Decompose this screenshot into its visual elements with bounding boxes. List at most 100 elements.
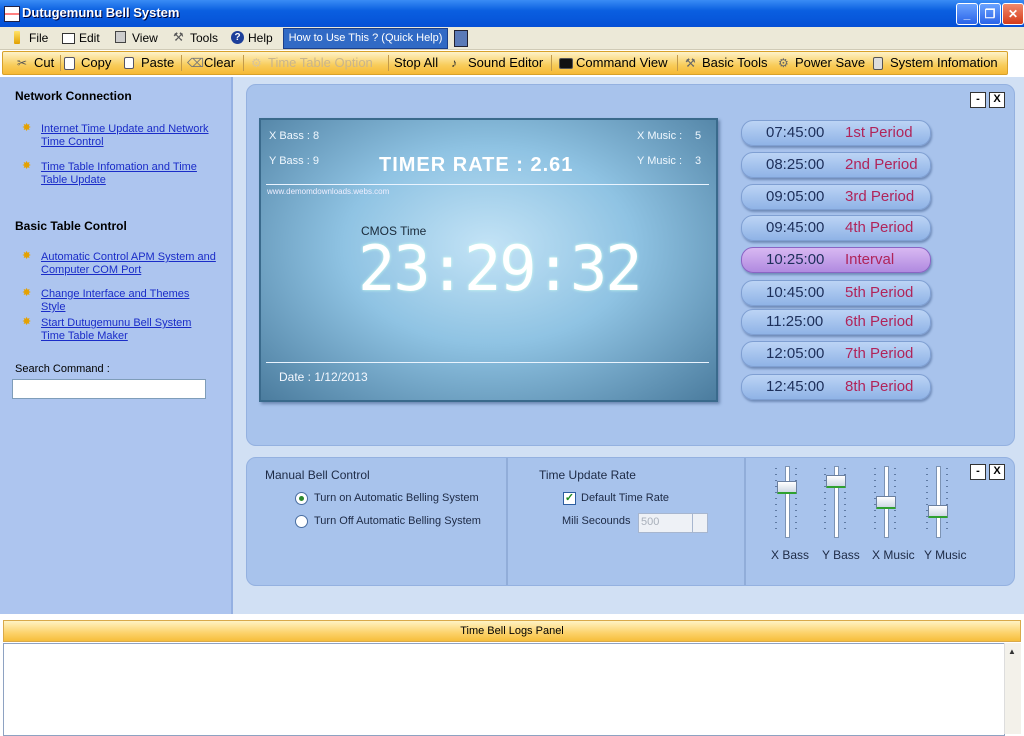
period-label: Interval <box>845 251 895 268</box>
mili-seconds-label: Mili Secounds <box>562 515 631 527</box>
sound-editor-label: Sound Editor <box>468 55 544 70</box>
stop-all-button[interactable]: Stop All <box>377 55 438 71</box>
time-update-title: Time Update Rate <box>539 468 636 482</box>
link-internet-time[interactable]: Internet Time Update and Network Time Co… <box>41 123 216 149</box>
period-label: 4th Period <box>845 219 914 236</box>
link-timetable-info[interactable]: Time Table Infomation and Time Table Upd… <box>41 161 216 187</box>
panel-close-button[interactable]: X <box>989 464 1005 480</box>
basic-tools-button[interactable]: ⚒ Basic Tools <box>685 55 768 71</box>
slider-thumb[interactable] <box>928 505 948 518</box>
copy-icon <box>64 57 75 70</box>
slider-label: X Music <box>872 548 915 562</box>
mili-seconds-value: 500 <box>641 516 660 528</box>
left-sidebar: Network Connection ✸ Internet Time Updat… <box>0 77 233 614</box>
maximize-window-button[interactable]: ❐ <box>979 3 1001 25</box>
toolbar-separator <box>60 55 61 71</box>
sound-editor-button[interactable]: ♪ Sound Editor <box>451 55 543 71</box>
period-item[interactable]: 12:05:00 7th Period <box>741 341 931 367</box>
mili-seconds-spinner[interactable]: 500 <box>638 513 708 533</box>
menu-file[interactable]: File <box>12 30 48 46</box>
clear-label: Clear <box>204 55 236 70</box>
panel-minimize-button[interactable]: - <box>970 464 986 480</box>
slider-track[interactable] <box>936 466 941 538</box>
star-bullet-icon: ✸ <box>22 122 32 134</box>
search-command-input[interactable] <box>12 379 206 399</box>
period-item[interactable]: 07:45:00 1st Period <box>741 120 931 146</box>
period-item[interactable]: 08:25:00 2nd Period <box>741 152 931 178</box>
menu-tools[interactable]: ⚒ Tools <box>173 30 218 46</box>
book-icon[interactable] <box>454 30 468 47</box>
radio-auto-on[interactable] <box>295 492 308 505</box>
period-item[interactable]: 10:45:00 5th Period <box>741 280 931 306</box>
slider-label: X Bass <box>771 548 810 562</box>
link-themes[interactable]: Change Interface and Themes Style <box>41 288 216 314</box>
link-apm-com[interactable]: Automatic Control APM System and Compute… <box>41 251 216 277</box>
timer-display: X Bass : 8 Y Bass : 9 X Music : 5 Y Musi… <box>259 118 718 402</box>
spinner-arrows-icon[interactable] <box>692 514 707 532</box>
clear-button[interactable]: ⌫ Clear <box>187 55 235 71</box>
slider-ticks <box>946 468 948 534</box>
period-time: 10:45:00 <box>766 284 825 301</box>
toolbar-separator <box>243 55 244 71</box>
copy-label: Copy <box>81 55 112 70</box>
menu-bar: File Edit View ⚒ Tools ? Help How to Use… <box>0 27 1024 50</box>
scroll-up-icon[interactable]: ▲ <box>1008 647 1016 656</box>
menu-view[interactable]: View <box>115 30 158 46</box>
power-save-label: Power Save <box>795 55 866 70</box>
view-icon <box>115 31 126 43</box>
minimize-window-button[interactable]: _ <box>956 3 978 25</box>
slider-thumb[interactable] <box>876 496 896 509</box>
command-view-button[interactable]: Command View <box>559 55 668 71</box>
timetable-option-button[interactable]: ⚙ Time Table Option <box>251 55 373 71</box>
quick-help-menu[interactable]: How to Use This ? (Quick Help) <box>283 28 448 49</box>
logs-scrollbar[interactable]: ▲ <box>1004 643 1021 734</box>
slider-track[interactable] <box>785 466 790 538</box>
system-info-button[interactable]: System Infomation <box>873 55 998 71</box>
stop-all-label: Stop All <box>394 55 439 70</box>
default-time-rate-checkbox[interactable]: ✓ <box>563 492 576 505</box>
divider <box>266 184 709 185</box>
close-window-button[interactable]: ✕ <box>1002 3 1024 25</box>
paste-button[interactable]: Paste <box>124 55 174 71</box>
manual-bell-title: Manual Bell Control <box>265 468 370 482</box>
console-icon <box>559 58 573 69</box>
toolbar-separator <box>181 55 182 71</box>
power-save-button[interactable]: ⚙ Power Save <box>778 55 865 71</box>
divider <box>744 458 746 585</box>
slider-label: Y Bass <box>822 548 860 562</box>
auto-on-label: Turn on Automatic Belling System <box>314 492 479 504</box>
period-item[interactable]: 09:45:00 4th Period <box>741 215 931 241</box>
menu-edit[interactable]: Edit <box>62 30 100 46</box>
cut-button[interactable]: ✂ Cut <box>17 55 54 71</box>
star-bullet-icon: ✸ <box>22 287 32 299</box>
star-bullet-icon: ✸ <box>22 316 32 328</box>
date-readout: Date : 1/12/2013 <box>279 370 368 384</box>
panel-minimize-button[interactable]: - <box>970 92 986 108</box>
toolbar-separator <box>677 55 678 71</box>
basic-tools-label: Basic Tools <box>702 55 768 70</box>
period-item[interactable]: 10:25:00 Interval <box>741 247 931 273</box>
radio-auto-off[interactable] <box>295 515 308 528</box>
scissors-icon: ✂ <box>17 56 28 70</box>
period-label: 1st Period <box>845 124 913 141</box>
period-item[interactable]: 09:05:00 3rd Period <box>741 184 931 210</box>
logs-textarea[interactable] <box>3 643 1005 736</box>
music-note-icon: ♪ <box>451 56 457 70</box>
panel-close-button[interactable]: X <box>989 92 1005 108</box>
slider-thumb[interactable] <box>777 481 797 494</box>
help-icon: ? <box>231 31 244 44</box>
link-timetable-maker[interactable]: Start Dutugemunu Bell System Time Table … <box>41 317 216 343</box>
period-time: 07:45:00 <box>766 124 825 141</box>
default-time-rate-label: Default Time Rate <box>581 492 670 504</box>
menu-tools-label: Tools <box>190 31 219 45</box>
period-time: 11:25:00 <box>766 313 824 330</box>
copy-button[interactable]: Copy <box>64 55 111 71</box>
menu-help[interactable]: ? Help <box>231 30 273 46</box>
period-label: 8th Period <box>845 378 914 395</box>
period-item[interactable]: 12:45:00 8th Period <box>741 374 931 400</box>
period-label: 5th Period <box>845 284 914 301</box>
menu-edit-label: Edit <box>79 31 100 45</box>
period-item[interactable]: 11:25:00 6th Period <box>741 309 931 335</box>
cut-label: Cut <box>34 55 55 70</box>
slider-thumb[interactable] <box>826 475 846 488</box>
